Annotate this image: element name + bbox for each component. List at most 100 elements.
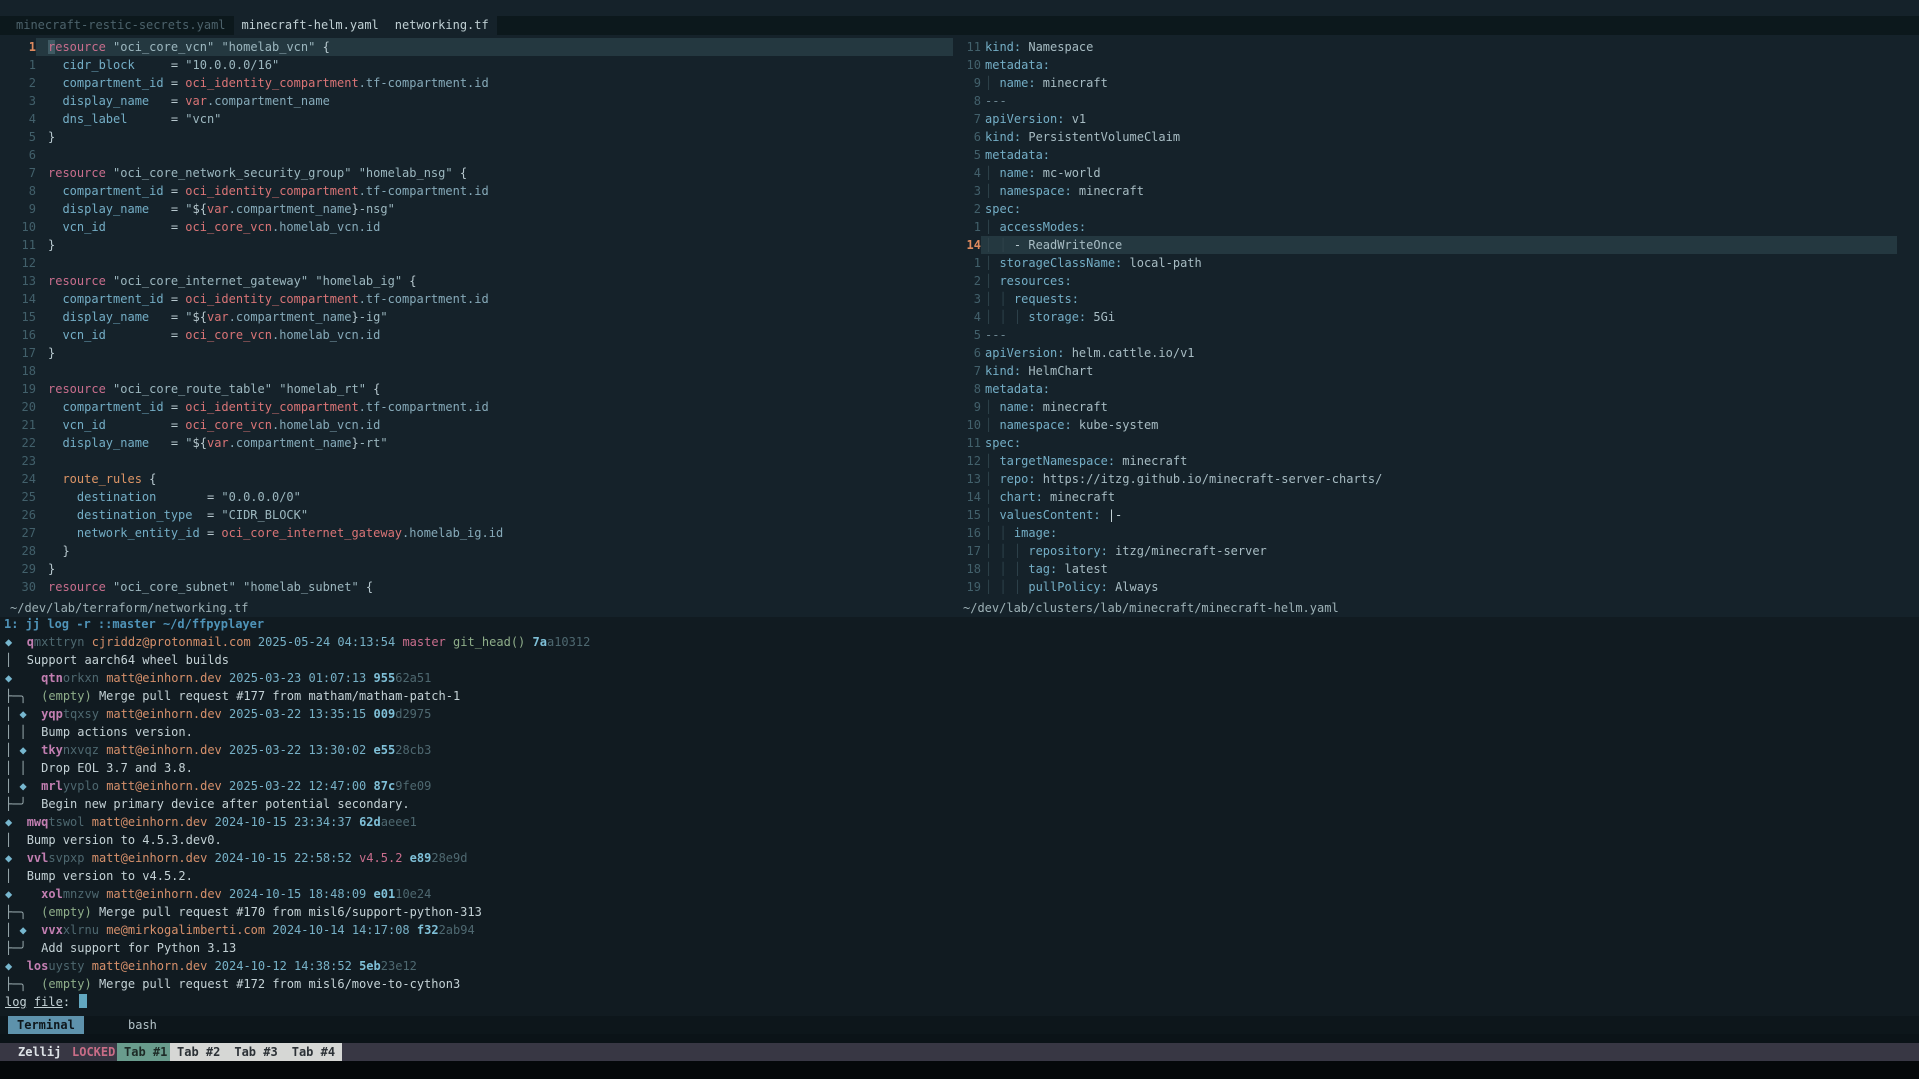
code-line: 9 display_name = "${var.compartment_name… xyxy=(0,200,953,218)
line-number: 24 xyxy=(0,470,36,488)
code-line: 5metadata: xyxy=(953,146,1897,164)
terminal-prompt[interactable]: log file: xyxy=(5,993,87,1011)
line-number: 26 xyxy=(0,506,36,524)
line-number: 23 xyxy=(0,452,36,470)
line-number: 30 xyxy=(0,578,36,596)
line-number: 17 xyxy=(0,344,36,362)
line-number: 18 xyxy=(953,560,981,578)
log-line: ◆ qtnorkxn matt@einhorn.dev 2025-03-23 0… xyxy=(0,669,1919,687)
code-line: 1│ storageClassName: local-path xyxy=(953,254,1897,272)
jj-log-output[interactable]: ◆ qmxttryn cjriddz@protonmail.com 2025-0… xyxy=(0,633,1919,993)
code-line: 22 display_name = "${var.compartment_nam… xyxy=(0,434,953,452)
log-line: │ │ Drop EOL 3.7 and 3.8. xyxy=(0,759,1919,777)
code-line: 21 vcn_id = oci_core_vcn.homelab_vcn.id xyxy=(0,416,953,434)
log-line: ├─╮ (empty) Merge pull request #170 from… xyxy=(0,903,1919,921)
line-number: 13 xyxy=(0,272,36,290)
terminal-cursor xyxy=(79,994,87,1008)
code-line: 16│ │ image: xyxy=(953,524,1897,542)
zellij-tab-3[interactable]: Tab #3 xyxy=(227,1043,284,1061)
line-number: 1 xyxy=(953,254,981,272)
code-line: 18│ │ │ tag: latest xyxy=(953,560,1897,578)
line-number: 29 xyxy=(0,560,36,578)
zellij-status-bar: Zellij LOCKED Tab #1 Tab #2Tab #3Tab #4 xyxy=(0,1043,1919,1061)
log-line: ◆ qmxttryn cjriddz@protonmail.com 2025-0… xyxy=(0,633,1919,651)
line-number: 7 xyxy=(0,164,36,182)
line-number: 19 xyxy=(953,578,981,596)
code-line: 7resource "oci_core_network_security_gro… xyxy=(0,164,953,182)
editor-split-minecraft-helm-yaml[interactable]: 11kind: Namespace10metadata:9│ name: min… xyxy=(953,38,1897,596)
line-number: 5 xyxy=(953,326,981,344)
code-line: 29} xyxy=(0,560,953,578)
line-number: 10 xyxy=(953,56,981,74)
line-number: 14 xyxy=(953,488,981,506)
line-number: 19 xyxy=(0,380,36,398)
code-line: 10metadata: xyxy=(953,56,1897,74)
line-number: 4 xyxy=(953,164,981,182)
zellij-tab-4[interactable]: Tab #4 xyxy=(285,1043,342,1061)
code-line: 2 compartment_id = oci_identity_compartm… xyxy=(0,74,953,92)
log-line: ◆ vvlsvpxp matt@einhorn.dev 2024-10-15 2… xyxy=(0,849,1919,867)
log-line: │ Bump version to 4.5.3.dev0. xyxy=(0,831,1919,849)
code-line: 1│ accessModes: xyxy=(953,218,1897,236)
code-line: 4│ │ │ storage: 5Gi xyxy=(953,308,1897,326)
code-line: 7apiVersion: v1 xyxy=(953,110,1897,128)
code-line: 11spec: xyxy=(953,434,1897,452)
code-line: 2│ resources: xyxy=(953,272,1897,290)
right-statusline-path: ~/dev/lab/clusters/lab/minecraft/minecra… xyxy=(963,599,1339,617)
line-number: 7 xyxy=(953,110,981,128)
code-line: 26 destination_type = "CIDR_BLOCK" xyxy=(0,506,953,524)
log-line: │ Support aarch64 wheel builds xyxy=(0,651,1919,669)
prompt-word: file xyxy=(34,995,63,1009)
terminal-tab-bash[interactable]: bash xyxy=(128,1016,157,1034)
line-number: 9 xyxy=(0,200,36,218)
terminal-tab-bar: Terminal bash xyxy=(0,1016,1919,1034)
code-line: 18 xyxy=(0,362,953,380)
code-line: 4│ name: mc-world xyxy=(953,164,1897,182)
editor-split-networking-tf[interactable]: 1resource "oci_core_vcn" "homelab_vcn" {… xyxy=(0,38,953,596)
code-line: 3│ namespace: minecraft xyxy=(953,182,1897,200)
line-number: 3 xyxy=(953,182,981,200)
line-number: 16 xyxy=(953,524,981,542)
code-line: 6apiVersion: helm.cattle.io/v1 xyxy=(953,344,1897,362)
log-line: │ ◆ vvxxlrnu me@mirkogalimberti.com 2024… xyxy=(0,921,1919,939)
code-line: 8 compartment_id = oci_identity_compartm… xyxy=(0,182,953,200)
bottom-strip xyxy=(0,1061,1919,1079)
bufferline: minecraft-restic-secrets.yamlminecraft-h… xyxy=(0,16,1919,35)
line-number: 3 xyxy=(0,92,36,110)
log-line: ├─╯ Add support for Python 3.13 xyxy=(0,939,1919,957)
log-line: │ ◆ yqptqxsy matt@einhorn.dev 2025-03-22… xyxy=(0,705,1919,723)
code-line: 13resource "oci_core_internet_gateway" "… xyxy=(0,272,953,290)
line-number: 4 xyxy=(0,110,36,128)
code-line: 23 xyxy=(0,452,953,470)
line-number: 1 xyxy=(0,56,36,74)
prompt-word: log xyxy=(5,995,27,1009)
zellij-screen: minecraft-restic-secrets.yamlminecraft-h… xyxy=(0,0,1919,1079)
code-line: 3│ │ requests: xyxy=(953,290,1897,308)
zellij-app-label: Zellij xyxy=(18,1043,61,1061)
code-line: 4 dns_label = "vcn" xyxy=(0,110,953,128)
line-number: 10 xyxy=(0,218,36,236)
code-line: 6kind: PersistentVolumeClaim xyxy=(953,128,1897,146)
terminal-tab-terminal[interactable]: Terminal xyxy=(8,1016,84,1034)
line-number: 21 xyxy=(0,416,36,434)
zellij-tab-2[interactable]: Tab #2 xyxy=(170,1043,227,1061)
line-number: 17 xyxy=(953,542,981,560)
code-line: 3 display_name = var.compartment_name xyxy=(0,92,953,110)
line-number: 6 xyxy=(953,128,981,146)
code-line: 15│ valuesContent: |- xyxy=(953,506,1897,524)
code-line: 15 display_name = "${var.compartment_nam… xyxy=(0,308,953,326)
buffer-tab-networking.tf[interactable]: networking.tf xyxy=(387,16,497,35)
line-number: 11 xyxy=(953,434,981,452)
code-line: 8--- xyxy=(953,92,1897,110)
code-line: 1 cidr_block = "10.0.0.0/16" xyxy=(0,56,953,74)
code-line: 7kind: HelmChart xyxy=(953,362,1897,380)
code-line: 14 compartment_id = oci_identity_compart… xyxy=(0,290,953,308)
line-number: 10 xyxy=(953,416,981,434)
line-number: 3 xyxy=(953,290,981,308)
zellij-tab-1[interactable]: Tab #1 xyxy=(117,1043,174,1061)
line-number: 12 xyxy=(953,452,981,470)
code-line: 1resource "oci_core_vcn" "homelab_vcn" { xyxy=(0,38,953,56)
buffer-tab-minecraft-restic-secrets.yaml[interactable]: minecraft-restic-secrets.yaml xyxy=(8,16,234,35)
line-number: 5 xyxy=(953,146,981,164)
buffer-tab-minecraft-helm.yaml[interactable]: minecraft-helm.yaml xyxy=(234,16,387,35)
